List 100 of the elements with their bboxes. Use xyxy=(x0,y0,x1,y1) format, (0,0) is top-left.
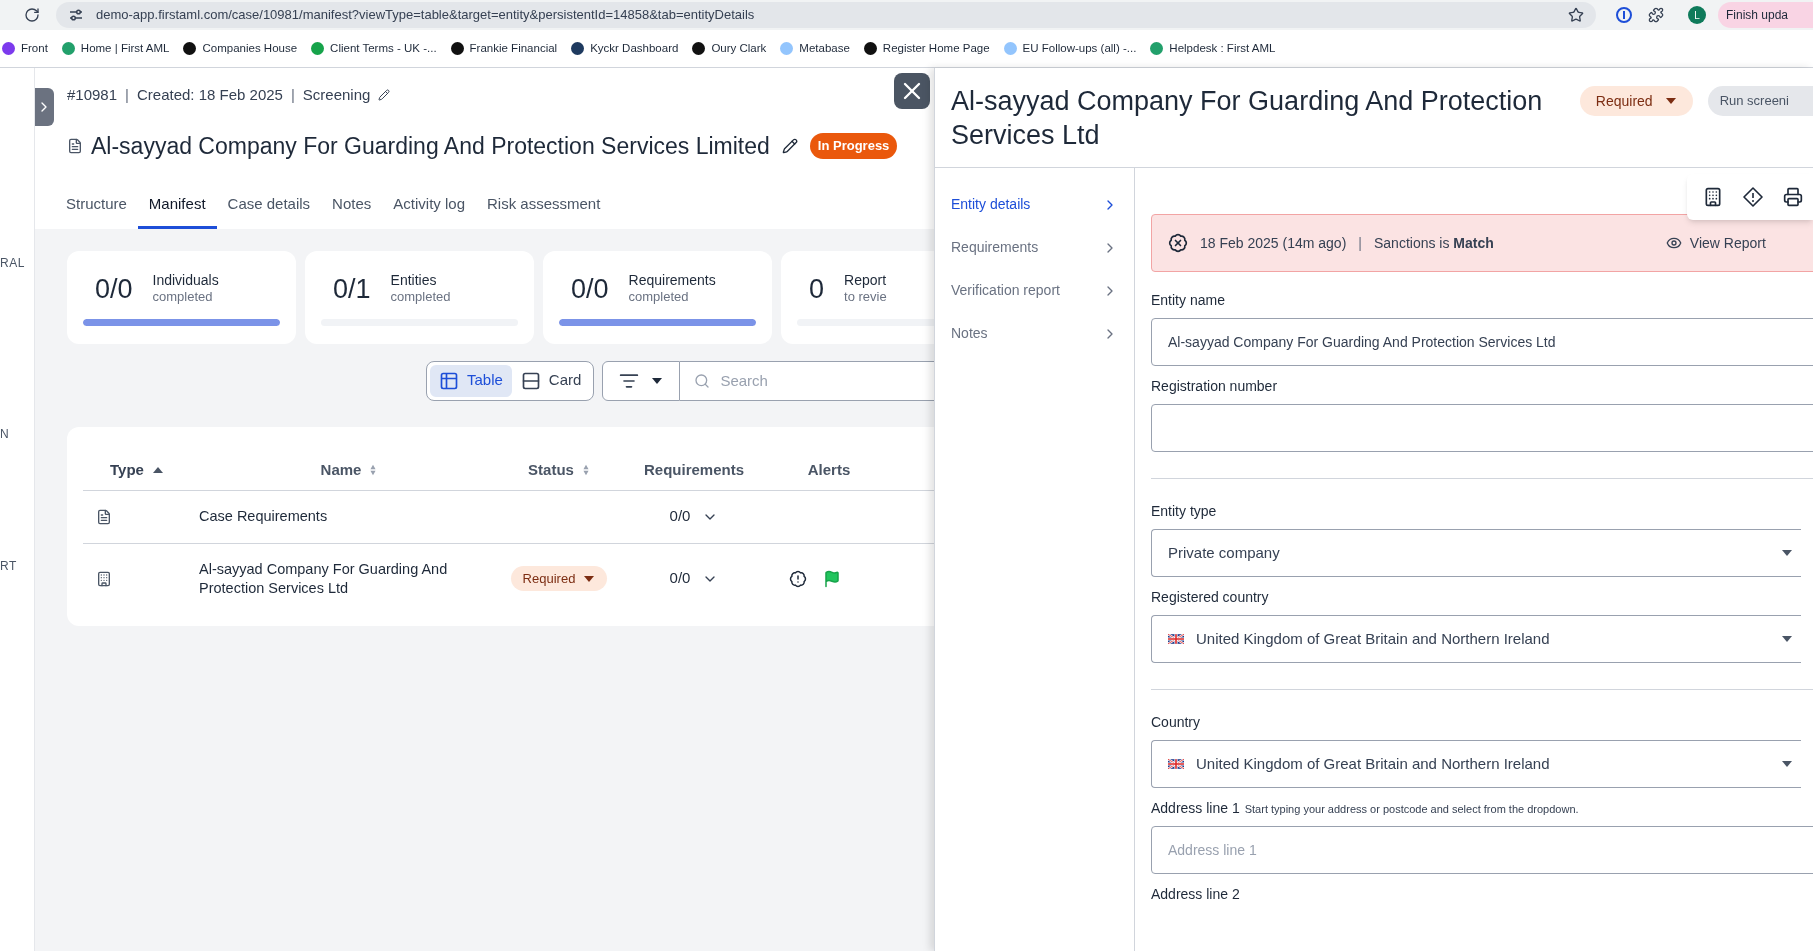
case-meta: #10981 xyxy=(67,85,118,105)
bookmark[interactable]: Metabase xyxy=(780,39,850,58)
caret-icon xyxy=(583,574,596,583)
bookmark[interactable]: Home | First AML xyxy=(61,39,170,58)
tab[interactable]: Activity log xyxy=(382,193,476,229)
input-field[interactable]: Address line 1 xyxy=(1151,826,1813,874)
sidebar-label: RT xyxy=(0,558,18,575)
card-icon xyxy=(520,370,541,391)
stat-label: Requirements xyxy=(628,271,716,290)
nav-item[interactable]: Notes xyxy=(935,312,1134,355)
column-header[interactable]: Name xyxy=(320,458,378,482)
bookmark[interactable]: Client Terms - UK -... xyxy=(311,39,437,58)
address-bar[interactable]: demo-app.firstaml.com/case/10981/manifest?viewType=table&target=entity&persistentId=14858&tab=entityDetails xyxy=(56,2,1596,28)
caret-icon xyxy=(1664,97,1677,105)
table-cell-text: Al-sayyad Company For Guarding And Protection Services Ltd xyxy=(199,559,449,598)
select-field[interactable]: United Kingdom of Great Britain and Northern Ireland xyxy=(1151,615,1801,663)
column-header[interactable]: Type xyxy=(110,458,164,482)
separator: | xyxy=(1358,233,1362,253)
bookmark[interactable]: Front xyxy=(2,39,48,58)
sort-icon[interactable] xyxy=(581,464,590,476)
error-icon xyxy=(1168,233,1188,253)
field-label: Entity type xyxy=(1151,502,1217,521)
filter-button[interactable] xyxy=(602,360,681,401)
stat-value: 0 xyxy=(809,272,825,306)
nav-item[interactable]: Entity details xyxy=(935,183,1134,226)
reload-icon[interactable] xyxy=(24,7,40,23)
case-title: Al-sayyad Company For Guarding And Protection Services Limited xyxy=(91,131,770,161)
input-field[interactable]: Al-sayyad Company For Guarding And Protection Services Ltd xyxy=(1151,318,1813,366)
stat-label: Entities xyxy=(390,271,438,290)
profile-avatar[interactable]: L xyxy=(1688,6,1706,24)
table-row[interactable]: Al-sayyad Company For Guarding And Protection Services Ltd Required 0/0 xyxy=(83,543,934,614)
sidebar-label: N xyxy=(0,426,11,443)
site-settings-icon[interactable] xyxy=(68,7,84,23)
view-toggle-option[interactable]: Table xyxy=(430,364,512,397)
caret-icon xyxy=(1781,549,1793,557)
bookmark[interactable]: Companies House xyxy=(183,39,298,58)
bookmark[interactable]: Frankie Financial xyxy=(450,39,558,58)
column-header[interactable]: Requirements xyxy=(644,458,744,482)
nav-item[interactable]: Verification report xyxy=(935,269,1134,312)
stat-value: 0/0 xyxy=(95,272,133,306)
nav-item[interactable]: Requirements xyxy=(935,226,1134,269)
select-field[interactable]: Private company xyxy=(1151,529,1801,577)
alert-date: 18 Feb 2025 (14m ago) xyxy=(1200,233,1347,253)
eye-icon xyxy=(1665,235,1682,251)
field-label: Address line 1 xyxy=(1151,799,1240,818)
status-badge: In Progress xyxy=(809,133,898,159)
sort-up-icon[interactable] xyxy=(151,466,164,474)
edit-icon[interactable] xyxy=(781,137,798,154)
caret-icon xyxy=(1781,635,1793,643)
url-text: demo-app.firstaml.com/case/10981/manifest?viewType=table&target=entity&persistentId=14858&tab=entityDetails xyxy=(96,6,755,25)
field-label: Entity name xyxy=(1151,291,1225,310)
column-header[interactable]: Alerts xyxy=(807,458,851,482)
case-meta: Screening xyxy=(302,85,371,105)
view-report-link[interactable]: View Report xyxy=(1665,232,1766,254)
search-field[interactable]: Search xyxy=(680,360,934,401)
bookmark[interactable]: EU Follow-ups (all) -... xyxy=(1003,39,1137,58)
update-button[interactable]: Finish upda xyxy=(1718,2,1813,28)
flag-icon xyxy=(1168,758,1184,770)
status-dropdown[interactable]: Required xyxy=(1579,86,1693,116)
alert-icon xyxy=(789,569,807,588)
printer-icon[interactable] xyxy=(1783,187,1803,207)
stat-sublabel: completed xyxy=(628,289,690,306)
view-toggle-option[interactable]: Card xyxy=(511,364,591,397)
bookmark[interactable]: Oury Clark xyxy=(692,39,767,58)
stat-sublabel: completed xyxy=(390,289,451,306)
edit-icon[interactable] xyxy=(378,89,391,102)
tab[interactable]: Structure xyxy=(55,193,138,229)
field-hint: Start typing your address or postcode and select from the dropdown. xyxy=(1244,802,1579,817)
bookmark-star-icon[interactable] xyxy=(1568,7,1584,23)
password-manager-icon[interactable] xyxy=(1616,7,1632,23)
run-screening-button[interactable]: Run screeni xyxy=(1707,86,1813,116)
separator: | xyxy=(125,85,129,105)
panel-toggle[interactable] xyxy=(35,88,54,126)
tab[interactable]: Risk assessment xyxy=(476,193,612,229)
alert-message: Sanctions is Match xyxy=(1373,233,1494,253)
close-button[interactable] xyxy=(894,73,930,109)
status-pill[interactable]: Required xyxy=(510,565,608,592)
diamond-alert-icon[interactable] xyxy=(1743,187,1763,207)
document-icon xyxy=(96,508,112,525)
input-field[interactable] xyxy=(1151,404,1813,452)
tab[interactable]: Manifest xyxy=(137,193,217,229)
table-cell-text: 0/0 xyxy=(669,506,691,527)
tab[interactable]: Notes xyxy=(321,193,383,229)
column-header[interactable]: Status xyxy=(528,458,590,482)
select-field[interactable]: United Kingdom of Great Britain and Northern Ireland xyxy=(1151,740,1801,788)
flag-icon xyxy=(823,569,841,588)
separator: | xyxy=(290,85,295,105)
sort-icon[interactable] xyxy=(369,464,378,476)
table-cell-text: 0/0 xyxy=(669,568,691,589)
flag-icon xyxy=(1168,633,1184,645)
bookmark[interactable]: Kyckr Dashboard xyxy=(571,39,679,58)
stat-label: Report xyxy=(844,271,887,290)
extensions-icon[interactable] xyxy=(1648,7,1664,23)
stat-sublabel: completed xyxy=(152,289,214,306)
field-label: Address line 2 xyxy=(1151,885,1240,904)
field-label: Registered country xyxy=(1151,588,1269,607)
building-icon[interactable] xyxy=(1703,187,1723,207)
tab[interactable]: Case details xyxy=(216,193,322,229)
bookmark[interactable]: Helpdesk : First AML xyxy=(1150,39,1276,58)
bookmark[interactable]: Register Home Page xyxy=(863,39,990,58)
